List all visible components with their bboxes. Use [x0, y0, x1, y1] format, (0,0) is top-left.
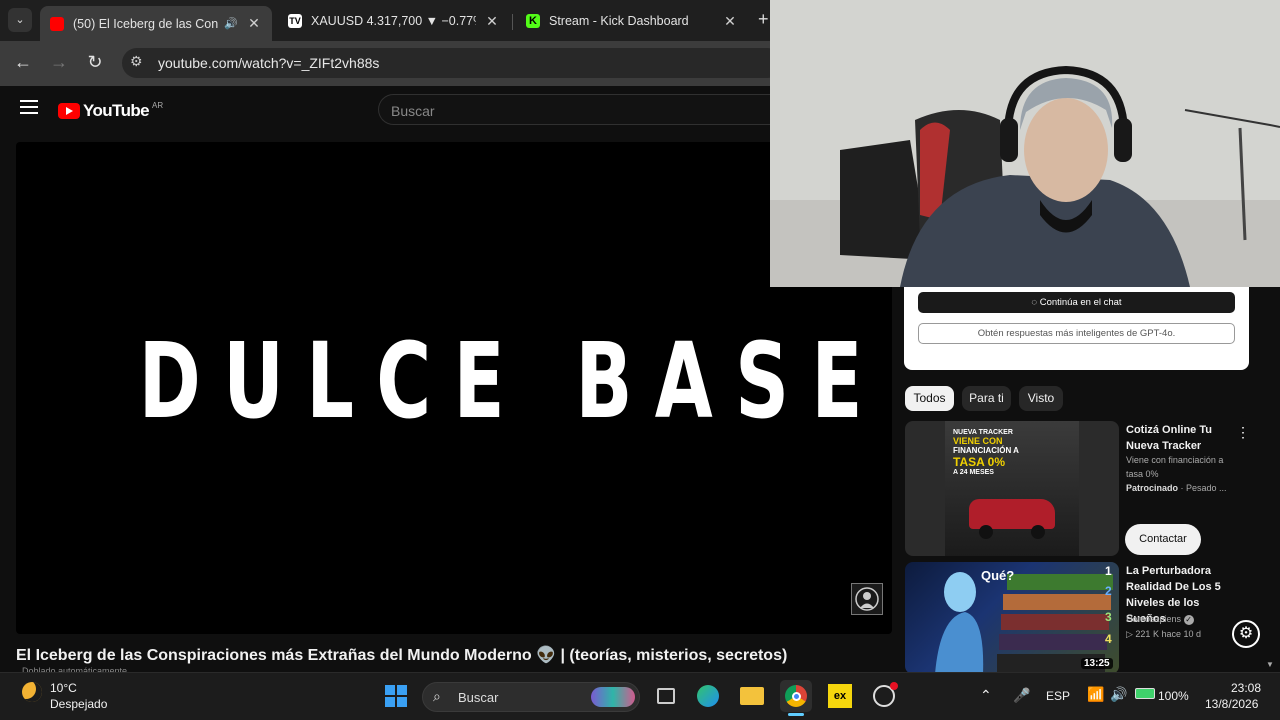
more-options-icon[interactable]: ⋮	[1236, 424, 1250, 440]
level-label: 3	[1105, 610, 1112, 624]
scroll-down-icon[interactable]: ▼	[1266, 660, 1274, 669]
rec-video-channel: Homosapiens ✓	[1126, 614, 1194, 625]
chat-bubble-icon: ◌	[1031, 297, 1038, 308]
ad-title[interactable]: Cotizá Online Tu Nueva Tracker	[1126, 422, 1226, 454]
rec-thumb-text: Qué?	[981, 568, 1015, 583]
tab-divider	[512, 14, 513, 30]
tab-close-icon[interactable]: ✕	[484, 13, 500, 30]
volume-icon[interactable]: 🔊	[1110, 686, 1127, 703]
ad-thumb-line: VIENE CON	[953, 436, 1003, 446]
address-bar[interactable]: ⚙ youtube.com/watch?v=_ZIFt2vh88s	[122, 48, 782, 78]
video-title: El Iceberg de las Conspiraciones más Ext…	[16, 647, 788, 664]
level-label: 2	[1105, 584, 1112, 598]
battery-icon[interactable]	[1135, 688, 1155, 699]
ad-thumb-line: TASA 0%	[953, 455, 1006, 469]
exness-icon[interactable]: ex	[824, 680, 856, 712]
chevron-down-icon: ⌄	[15, 14, 25, 26]
ad-thumb-line: NUEVA TRACKER	[953, 429, 1013, 436]
notification-dot	[890, 682, 898, 690]
back-icon[interactable]: ←	[13, 52, 33, 72]
openai-icon[interactable]: ⚙	[1232, 620, 1260, 648]
tab-close-icon[interactable]: ✕	[722, 13, 738, 30]
chrome-icon[interactable]	[780, 680, 812, 712]
video-overlay-text: DULCE BASE	[138, 320, 885, 442]
youtube-favicon-icon	[50, 16, 64, 31]
kick-favicon-icon: K	[526, 14, 540, 28]
weather-temp[interactable]: 10°C	[50, 681, 77, 695]
site-settings-icon[interactable]: ⚙	[130, 53, 143, 70]
level-label: 1	[1105, 564, 1112, 578]
chatgpt-app-icon[interactable]	[868, 680, 900, 712]
language-indicator[interactable]: ESP	[1046, 689, 1070, 703]
tab-kick[interactable]: K Stream - Kick Dashboard ✕	[516, 6, 748, 36]
ad-thumb-line: A 24 MESES	[953, 469, 994, 476]
rec-video-stats: ▷ 221 K hace 10 d	[1126, 629, 1201, 639]
start-icon[interactable]	[380, 680, 412, 712]
ad-thumbnail[interactable]: NUEVA TRACKER VIENE CON FINANCIACIÓN A T…	[905, 421, 1119, 556]
clock-time[interactable]: 23:08	[1231, 681, 1261, 695]
file-explorer-icon[interactable]	[736, 680, 768, 712]
ad-sponsored: Patrocinado · Pesado ...	[1126, 483, 1227, 493]
video-duration: 13:25	[1081, 658, 1113, 669]
youtube-logo[interactable]: YouTube AR	[58, 101, 163, 121]
tab-youtube[interactable]: (50) El Iceberg de las Consp 🔊 ✕	[40, 6, 272, 41]
search-icon: ⌕	[433, 688, 441, 704]
search-highlight-icon	[591, 687, 635, 707]
youtube-play-icon	[58, 103, 80, 119]
rec-video-thumbnail[interactable]: Qué? 1 2 3 4 13:25	[905, 562, 1119, 674]
channel-watermark-icon[interactable]	[851, 583, 883, 615]
chip-para-ti[interactable]: Para ti	[962, 386, 1011, 411]
chip-visto[interactable]: Visto	[1019, 386, 1063, 411]
gpt4o-button[interactable]: Obtén respuestas más inteligentes de GPT…	[918, 323, 1235, 344]
reload-icon[interactable]: ↻	[85, 52, 105, 72]
menu-icon[interactable]	[20, 100, 38, 114]
webcam-overlay	[770, 0, 1280, 287]
level-label: 4	[1105, 632, 1112, 646]
weather-desc[interactable]: Despejado	[50, 697, 107, 711]
search-input[interactable]: Buscar	[378, 94, 780, 125]
taskbar-search[interactable]: ⌕ Buscar	[422, 682, 640, 712]
tray-chevron-icon[interactable]: ⌃	[980, 687, 992, 704]
forward-icon[interactable]: →	[49, 52, 69, 72]
wifi-icon[interactable]: 📶	[1087, 686, 1104, 703]
continue-chat-button[interactable]: ◌ Continúa en el chat	[918, 292, 1235, 313]
ad-description: Viene con financiación a tasa 0%	[1126, 455, 1224, 479]
tab-close-icon[interactable]: ✕	[246, 15, 262, 32]
chrome-active-indicator	[788, 713, 804, 716]
contact-button[interactable]: Contactar	[1125, 524, 1201, 555]
url-text: youtube.com/watch?v=_ZIFt2vh88s	[158, 55, 380, 71]
car-image	[969, 499, 1055, 529]
new-tab-button[interactable]: +	[758, 9, 769, 30]
task-view-icon[interactable]	[650, 680, 682, 712]
verified-icon: ✓	[1183, 615, 1194, 625]
clock-date[interactable]: 13/8/2026	[1205, 697, 1258, 711]
tradingview-favicon-icon: TV	[288, 14, 302, 28]
edge-icon[interactable]	[692, 680, 724, 712]
tab-tradingview[interactable]: TV XAUUSD 4.317,700 ▼ −0.77% S ✕	[278, 6, 510, 36]
battery-percent[interactable]: 100%	[1158, 689, 1189, 703]
microphone-icon[interactable]: 🎤	[1013, 687, 1030, 704]
weather-moon-icon	[22, 682, 42, 702]
chip-todos[interactable]: Todos	[905, 386, 954, 411]
speaker-icon[interactable]: 🔊	[224, 17, 238, 30]
ad-thumb-line: FINANCIACIÓN A	[953, 446, 1019, 455]
tab-search-button[interactable]: ⌄	[8, 8, 32, 32]
